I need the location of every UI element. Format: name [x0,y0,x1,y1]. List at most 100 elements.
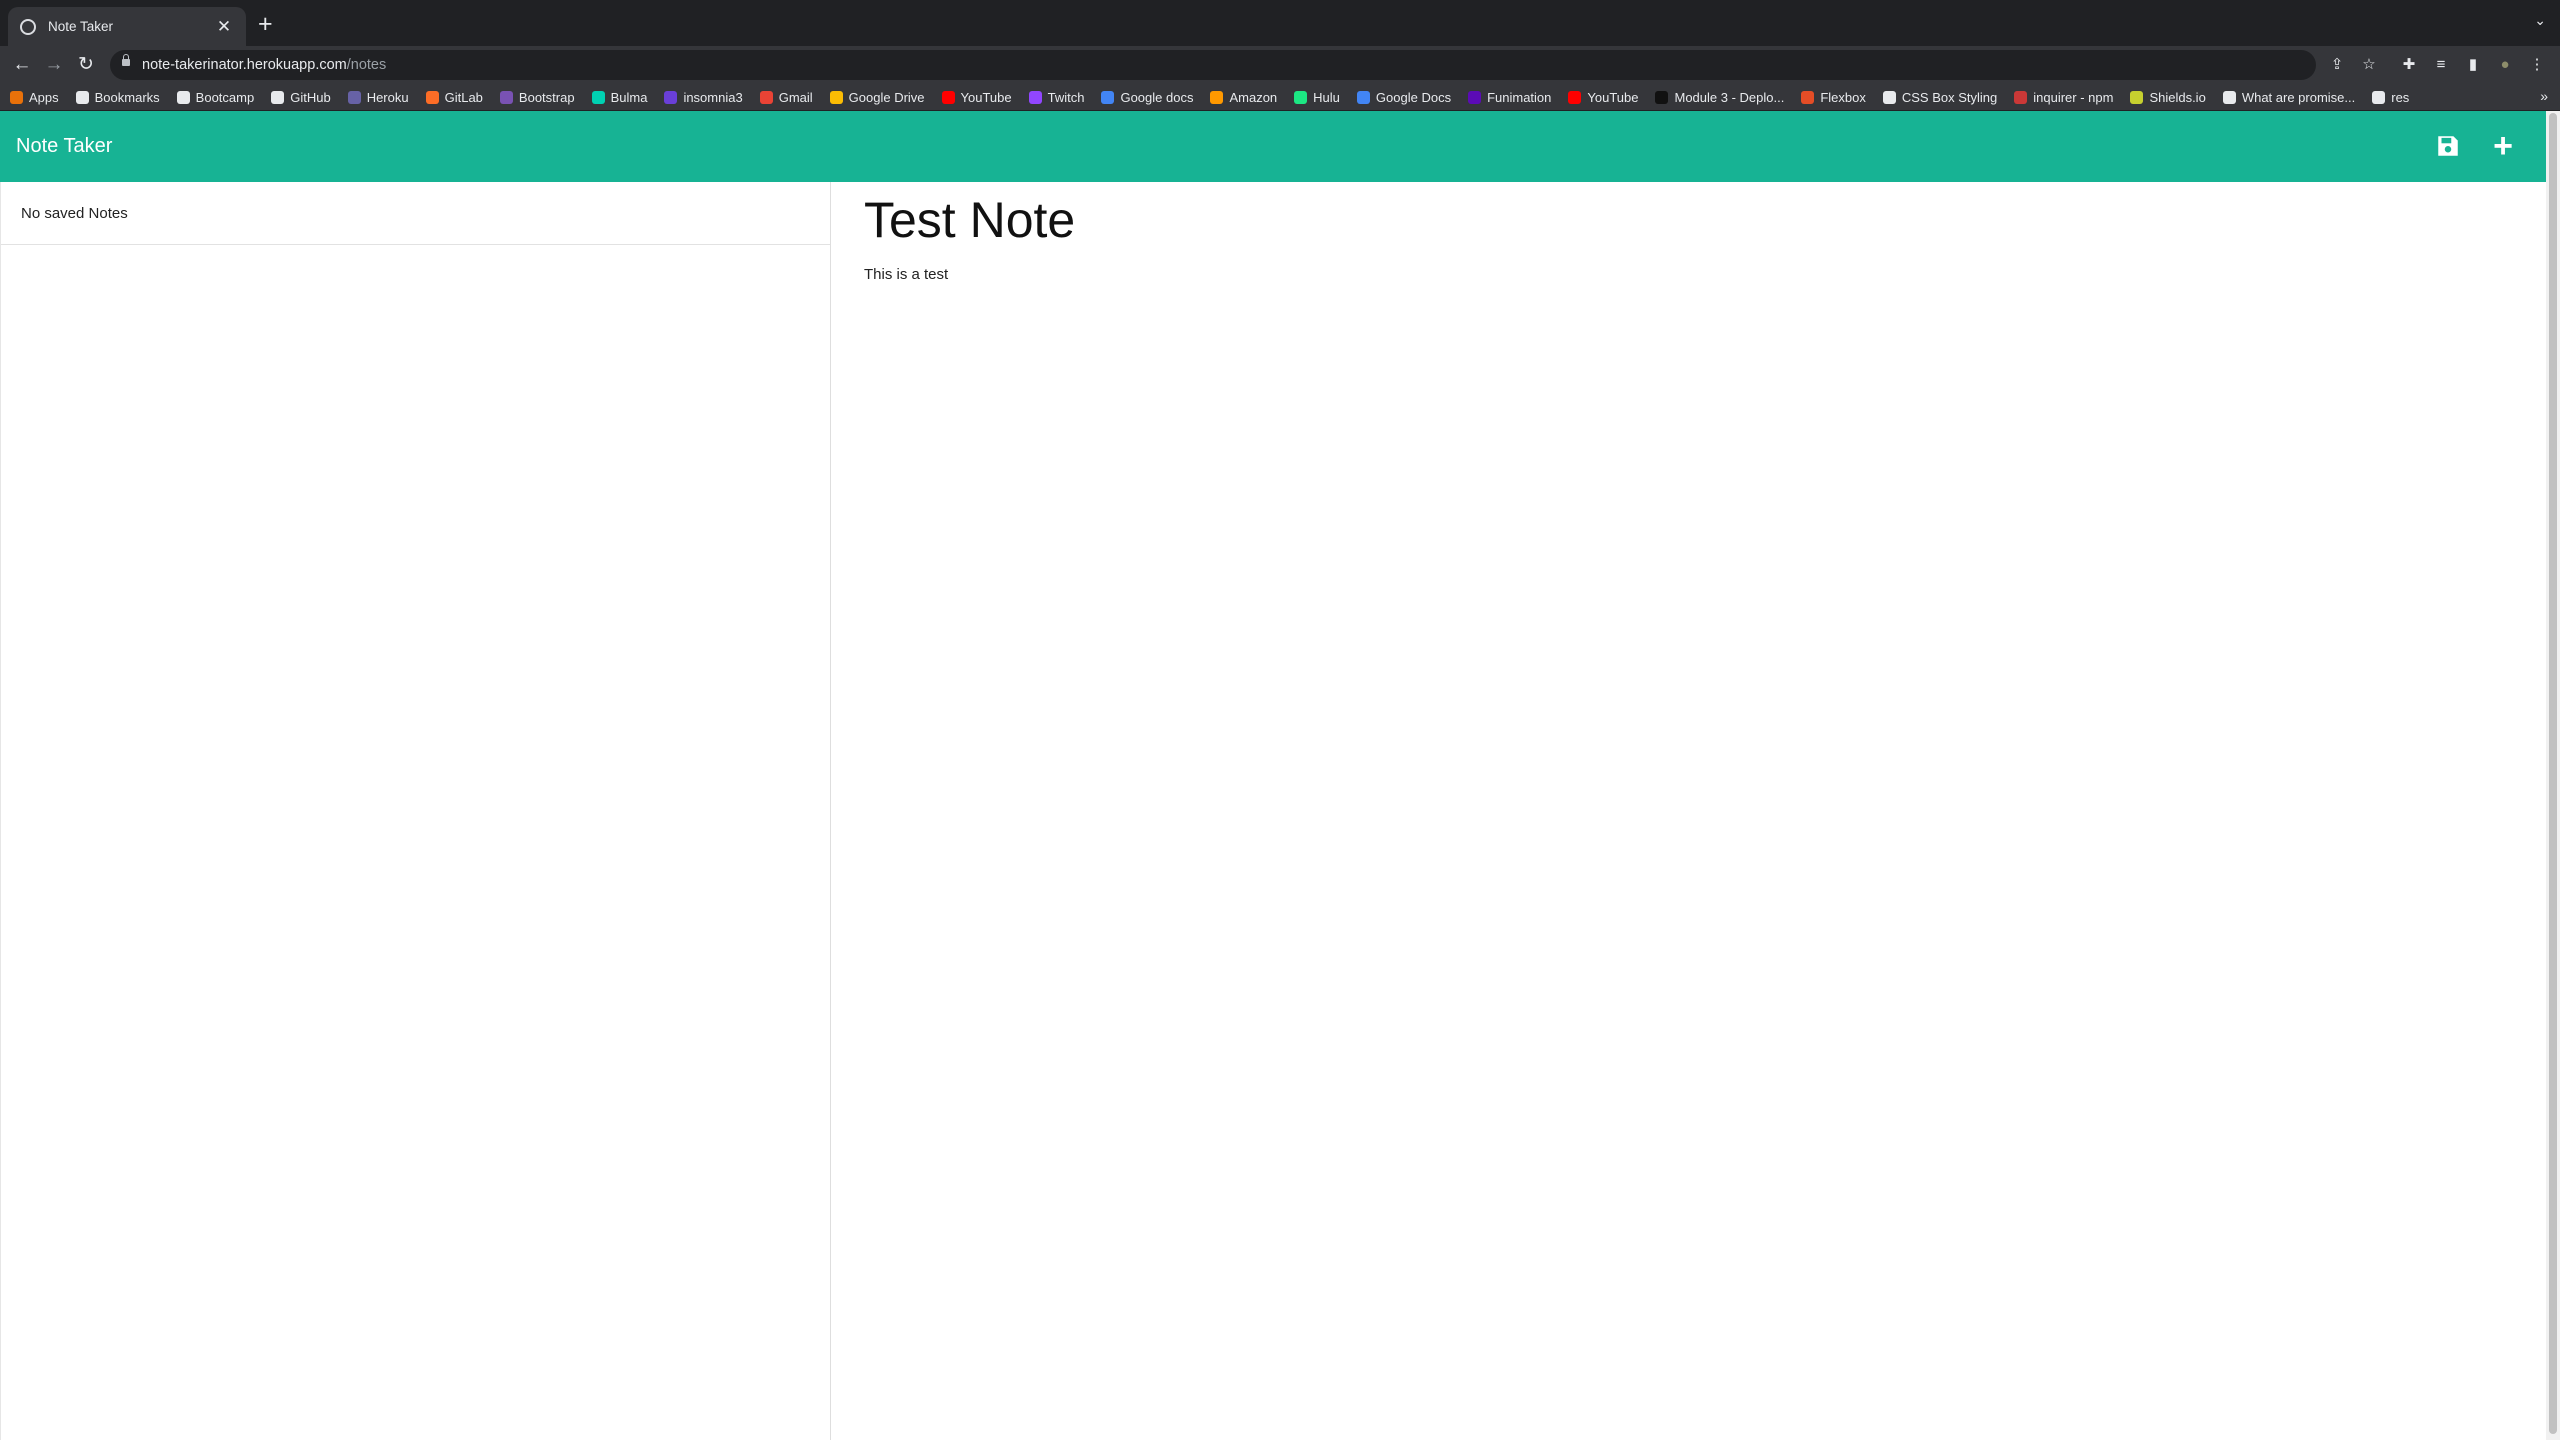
save-icon [2438,136,2458,156]
bookmark-favicon-icon [347,90,361,104]
bookmark-item[interactable]: GitHub [271,89,331,105]
bookmark-item[interactable]: Shields.io [2130,89,2206,105]
bookmark-item[interactable]: insomnia3 [664,89,743,105]
bookmark-favicon-icon [1655,90,1669,104]
note-title[interactable]: Test Note [864,190,2524,250]
bookmark-favicon-icon [10,90,23,104]
share-icon[interactable]: ⇪ [2326,54,2348,76]
lock-icon [122,54,130,66]
bookmark-item[interactable]: YouTube [1568,90,1638,105]
bookmarks-overflow-icon[interactable]: » [2540,88,2548,104]
bookmark-favicon-icon [941,90,955,104]
extensions-icon[interactable]: ✚ [2398,54,2420,76]
bookmark-favicon-icon [1028,90,1042,104]
bookmarks-bar: Apps Bookmarks Bootcamp GitHub Heroku GitLab B… [0,84,2560,111]
scrollbar-thumb[interactable] [2549,113,2557,1434]
bookmark-item[interactable]: CSS Box Styling [1882,90,1997,105]
bookmark-label: Hulu [1313,89,1340,105]
bookmark-item[interactable]: YouTube [941,89,1012,105]
bookmark-label: What are promise... [2241,89,2356,105]
bookmark-label: Bootcamp [195,89,255,105]
bookmark-item[interactable]: GitLab [425,89,483,105]
page-scrollbar[interactable] [2546,111,2560,1440]
side-panel-icon[interactable]: ▮ [2462,54,2484,76]
bookmark-label: YouTube [960,89,1012,105]
bookmark-item[interactable]: Module 3 - Deplo... [1655,90,1784,105]
bookmark-item[interactable]: Bulma [591,90,647,105]
bookmark-item[interactable]: Apps [10,90,59,105]
bookmark-label: Bootstrap [518,89,575,105]
bookmark-item[interactable]: Bookmarks [75,89,160,105]
bookmark-item[interactable]: What are promise... [2222,89,2356,105]
bookmark-item[interactable]: Gmail [759,90,813,105]
back-button[interactable]: ← [9,52,35,78]
bookmark-item[interactable]: Amazon [1210,90,1277,105]
bookmark-favicon-icon [759,90,773,104]
tab-search-icon[interactable]: ⌄ [2534,12,2546,29]
bookmark-label: Amazon [1229,89,1278,105]
bookmark-favicon-icon [75,90,89,104]
bookmark-favicon-icon [591,90,605,104]
bookmark-favicon-icon [664,90,678,104]
note-editor: Test Note This is a test [864,182,2524,283]
bookmark-favicon-icon [1210,90,1224,104]
bookmark-favicon-icon [1101,90,1115,104]
bookmark-label: GitHub [290,89,331,105]
bookmark-label: Apps [29,89,59,105]
new-note-button[interactable]: + [2488,129,2518,163]
bookmark-item[interactable]: Twitch [1028,89,1085,105]
bookmark-favicon-icon [2130,90,2144,104]
bookmark-favicon-icon [271,90,285,104]
bookmark-favicon-icon [1468,90,1482,104]
tab-close-icon[interactable]: ✕ [214,18,234,35]
bookmark-label: Google docs [1120,89,1194,105]
save-note-button[interactable] [2435,131,2465,161]
browser-tab[interactable]: Note Taker ✕ [8,7,246,46]
bookmark-favicon-icon [176,90,190,104]
note-text[interactable]: This is a test [864,266,2524,283]
bookmark-item[interactable]: Funimation [1468,90,1551,105]
bookmark-item[interactable]: Google Drive [829,89,925,105]
bookmark-favicon-icon [425,90,439,104]
tab-favicon-icon [20,18,36,35]
bookmark-item[interactable]: Bootcamp [176,89,255,105]
reload-button[interactable]: ↻ [73,52,99,78]
bookmark-favicon-icon [1882,90,1896,104]
bookmark-label: Bookmarks [94,89,160,105]
bookmark-favicon-icon [2372,90,2386,104]
address-bar[interactable]: note-takerinator.herokuapp.com/notes [110,50,2316,80]
empty-notes-message: No saved Notes [21,204,128,222]
bookmark-label: Google Drive [848,89,925,105]
browser-menu-icon[interactable]: ⋮ [2526,54,2548,76]
bookmark-favicon-icon [1356,90,1370,104]
bookmark-item[interactable]: Heroku [347,90,409,105]
bookmark-item[interactable]: inquirer - npm [2014,90,2113,105]
list-item: No saved Notes [1,182,830,245]
bookmark-favicon-icon [1801,90,1815,104]
bookmark-label: insomnia3 [683,89,743,105]
media-control-icon[interactable]: ≡ [2430,54,2452,76]
bookmark-favicon-icon [2222,90,2236,104]
bookmark-item[interactable]: Google docs [1101,90,1193,105]
bookmark-label: GitLab [444,89,483,105]
bookmark-label: Google Docs [1375,89,1452,105]
browser-toolbar: ← → ↻ note-takerinator.herokuapp.com/not… [0,46,2560,84]
app-brand[interactable]: Note Taker [16,135,112,158]
profile-avatar[interactable]: ● [2494,54,2516,76]
bookmark-item[interactable]: Hulu [1294,90,1340,105]
bookmark-label: Flexbox [1820,89,1866,105]
bookmark-item[interactable]: Flexbox [1801,90,1866,105]
bookmark-item[interactable]: Google Docs [1356,89,1452,105]
bookmark-item[interactable]: res [2372,90,2409,105]
forward-button[interactable]: → [41,52,67,78]
bookmark-label: Module 3 - Deplo... [1674,89,1785,105]
bookmark-favicon-icon [2014,90,2028,104]
bookmark-label: YouTube [1587,89,1639,105]
bookmark-star-icon[interactable]: ☆ [2358,54,2380,76]
new-tab-button[interactable]: + [258,12,273,37]
bookmark-item[interactable]: Bootstrap [499,89,575,105]
url-path: /notes [346,57,387,73]
bookmark-label: Twitch [1047,89,1085,105]
browser-tab-strip: Note Taker ✕ + ⌄ [0,0,2560,46]
bookmark-label: Shields.io [2149,89,2206,105]
